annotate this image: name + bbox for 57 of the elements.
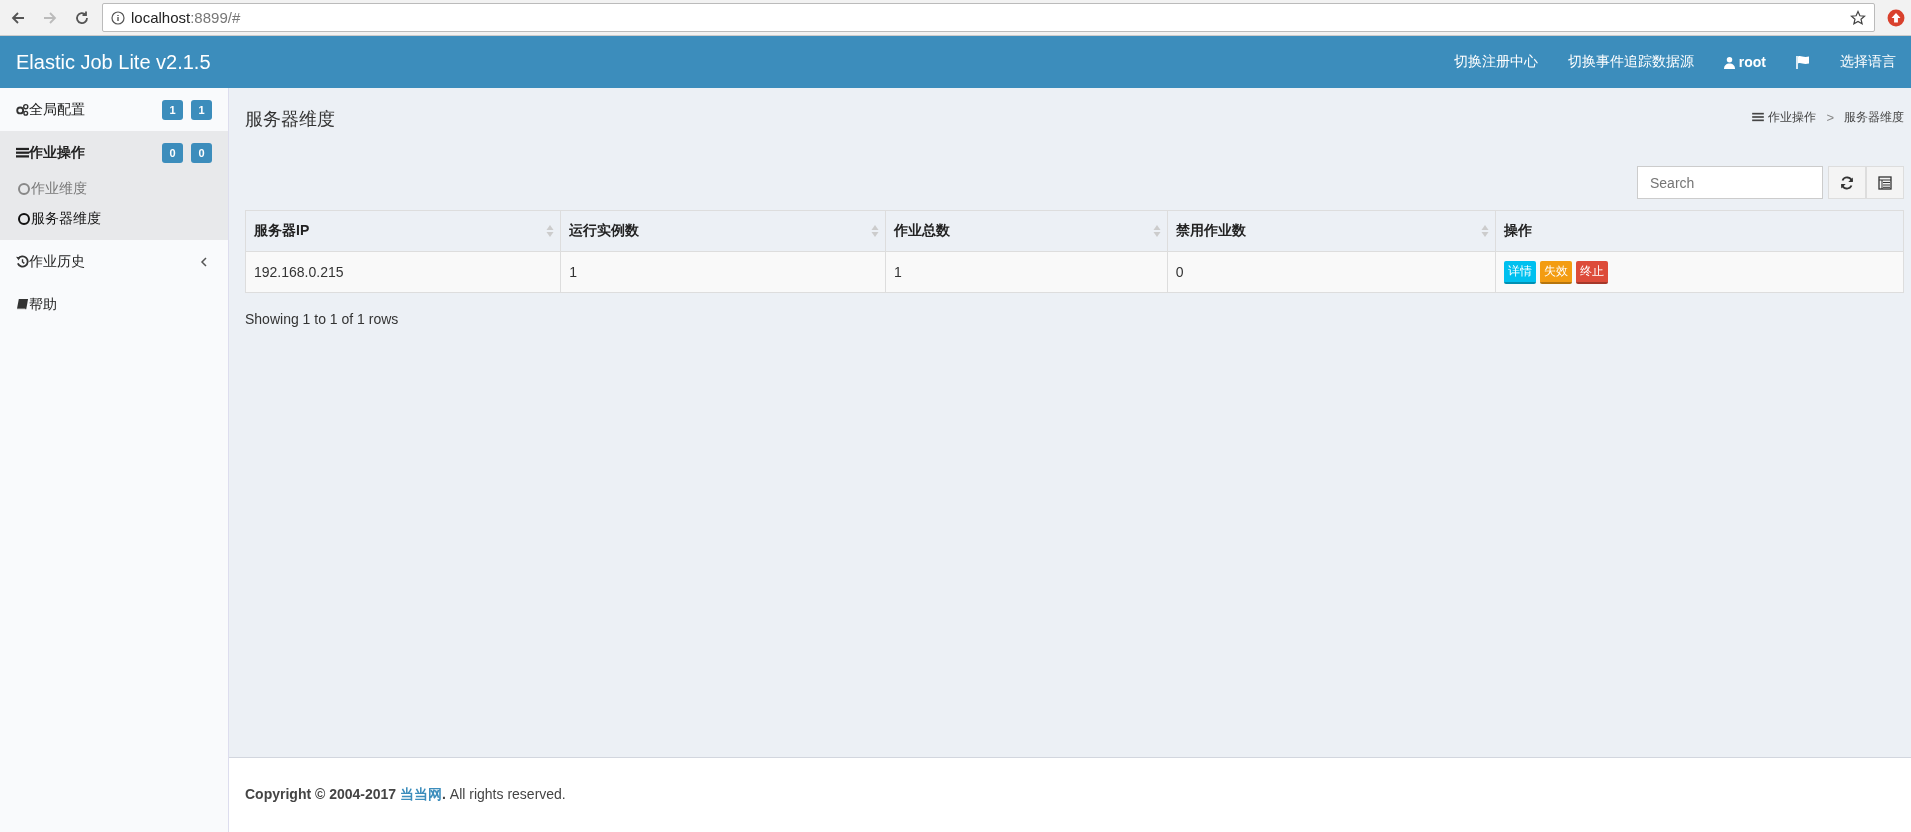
menu-label: 作业历史: [29, 252, 86, 271]
user-icon: [1723, 55, 1735, 69]
breadcrumb-item: 服务器维度: [1844, 108, 1904, 126]
extension-icon[interactable]: [1887, 8, 1905, 27]
back-icon[interactable]: [10, 9, 26, 26]
refresh-button[interactable]: [1828, 166, 1866, 199]
count-badge: 0: [191, 142, 212, 163]
star-icon[interactable]: [1850, 9, 1866, 26]
count-badge: 1: [162, 99, 183, 120]
menu-label: 全局配置: [29, 100, 86, 119]
table-icon: [1878, 175, 1892, 190]
table-cell: 0: [1175, 264, 1184, 280]
sidebar-item[interactable]: 全局配置 1 1: [0, 88, 228, 131]
search-field[interactable]: Search: [1637, 166, 1823, 199]
gears-icon: [16, 103, 29, 116]
nav-link[interactable]: 切换注册中心: [1438, 53, 1553, 71]
info-icon: [111, 10, 125, 25]
history-icon: [16, 255, 29, 268]
page-title: 服务器维度: [245, 108, 335, 131]
menu-label: 帮助: [29, 295, 58, 314]
sort-icon: [871, 224, 880, 238]
breadcrumb-item[interactable]: 作业操作: [1768, 108, 1817, 126]
list-icon: [16, 146, 29, 159]
sidebar-item[interactable]: 作业操作 0 0: [0, 131, 228, 174]
user-menu[interactable]: root: [1708, 54, 1781, 70]
table-cell: 192.168.0.215: [254, 264, 344, 280]
sort-icon: [1152, 224, 1161, 238]
menu-label: 作业操作: [29, 143, 86, 162]
flag-icon[interactable]: [1796, 55, 1810, 69]
sort-icon: [1480, 224, 1489, 238]
count-badge: 1: [191, 99, 212, 120]
brand-title[interactable]: Elastic Job Lite v2.1.5: [16, 50, 211, 74]
submenu-item[interactable]: 服务器维度: [0, 204, 228, 240]
breadcrumb-separator: >: [1826, 109, 1834, 125]
sidebar-item[interactable]: 作业历史: [0, 240, 228, 283]
columns-button[interactable]: [1866, 166, 1904, 199]
url-text: localhost:8899/#: [131, 9, 242, 26]
action-button[interactable]: 终止: [1575, 260, 1608, 284]
book-icon: [16, 298, 29, 311]
table-cell: 1: [569, 264, 578, 280]
table-cell: 1: [894, 264, 902, 280]
copyright-text: Copyright © 2004-2017 当当网. All rights reserved.: [245, 786, 566, 804]
column-header: 操作: [1502, 222, 1533, 240]
sort-icon: [546, 224, 555, 238]
reload-icon[interactable]: [74, 9, 90, 26]
user-name: root: [1738, 54, 1766, 70]
refresh-icon: [1840, 175, 1854, 190]
address-field[interactable]: localhost:8899/#: [102, 3, 1875, 32]
company-link[interactable]: 当当网: [400, 786, 443, 802]
pagination-info: Showing 1 to 1 of 1 rows: [245, 311, 400, 327]
nav-link[interactable]: 选择语言: [1825, 53, 1911, 71]
submenu-item[interactable]: 作业维度: [0, 174, 228, 204]
list-icon: [1752, 112, 1765, 122]
count-badge: 0: [162, 142, 183, 163]
sidebar-item[interactable]: 帮助: [0, 283, 228, 326]
chevron-left-icon: [200, 255, 208, 268]
nav-link[interactable]: 切换事件追踪数据源: [1552, 53, 1709, 71]
